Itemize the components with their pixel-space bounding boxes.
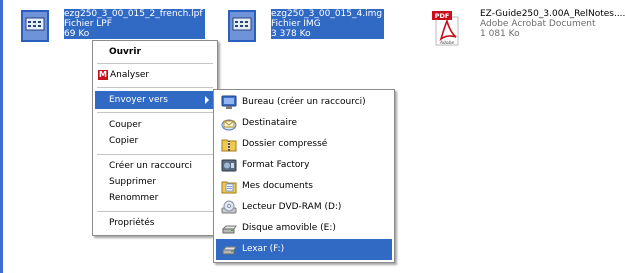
submenu-arrow-icon: [205, 96, 209, 104]
file-type: Fichier LPF: [64, 19, 112, 29]
my-documents-icon: [221, 181, 237, 194]
file-type: Fichier IMG: [271, 19, 321, 29]
menu-separator: [97, 87, 213, 88]
adobe-brand-label: Adobe: [439, 40, 455, 46]
menu-item-copy[interactable]: Copier: [95, 132, 215, 150]
file-info: ezg250_3_00_015_4.img Fichier IMG 3 378 …: [271, 9, 385, 39]
send-to-item-label: Dossier compressé: [242, 139, 328, 149]
file-item-img[interactable]: ezg250_3_00_015_4.img Fichier IMG 3 378 …: [227, 9, 427, 53]
menu-separator: [97, 63, 213, 64]
send-to-item-lexar[interactable]: Lexar (F:): [216, 239, 392, 260]
menu-item-analyze-label: Analyser: [110, 70, 150, 80]
generic-file-icon: [228, 10, 256, 42]
generic-file-icon: [21, 10, 49, 42]
pdf-badge-label: PDF: [435, 12, 450, 20]
send-to-item-label: Mes documents: [242, 181, 313, 191]
window-left-border: [0, 0, 3, 273]
send-to-item-desktop[interactable]: Bureau (créer un raccourci): [216, 92, 392, 113]
menu-separator: [97, 154, 213, 155]
send-to-item-label: Lecteur DVD-RAM (D:): [242, 202, 342, 212]
file-info: ezg250_3_00_015_2_french.lpf Fichier LPF…: [64, 9, 205, 39]
file-info: EZ-Guide250_3.00A_RelNotes.... Adobe Acr…: [480, 9, 625, 39]
zip-folder-icon: [221, 139, 237, 152]
file-name: ezg250_3_00_015_2_french.lpf: [64, 9, 203, 19]
send-to-item-removable-e[interactable]: Disque amovible (E:): [216, 218, 392, 239]
file-size: 3 378 Ko: [271, 29, 311, 39]
removable-disk-icon: [221, 225, 237, 234]
menu-item-send-to[interactable]: Envoyer vers: [95, 91, 215, 109]
mail-recipient-icon: [221, 119, 237, 131]
file-type: Adobe Acrobat Document: [480, 19, 596, 29]
pdf-icon: PDF Adobe: [432, 11, 459, 46]
send-to-item-label: Disque amovible (E:): [242, 223, 336, 233]
context-menu: Ouvrir M Analyser Envoyer vers Couper Cop…: [92, 40, 218, 236]
send-to-item-label: Lexar (F:): [242, 244, 285, 254]
menu-separator: [97, 211, 213, 212]
file-size: 1 081 Ko: [480, 29, 520, 39]
menu-separator: [97, 112, 213, 113]
file-name: EZ-Guide250_3.00A_RelNotes....: [480, 9, 625, 19]
menu-item-analyze[interactable]: M Analyser: [95, 66, 215, 84]
send-to-item-label: Bureau (créer un raccourci): [242, 97, 366, 107]
send-to-item-recipient[interactable]: Destinataire: [216, 113, 392, 134]
menu-item-properties[interactable]: Propriétés: [95, 214, 215, 232]
menu-item-open[interactable]: Ouvrir: [95, 43, 215, 61]
send-to-item-dvd[interactable]: Lecteur DVD-RAM (D:): [216, 197, 392, 218]
send-to-submenu: Bureau (créer un raccourci) Destinataire…: [213, 89, 395, 263]
menu-item-rename[interactable]: Renommer: [95, 189, 215, 207]
menu-item-send-to-label: Envoyer vers: [109, 95, 168, 105]
send-to-item-label: Format Factory: [242, 160, 310, 170]
removable-disk-icon: [221, 246, 237, 255]
analyze-icon: M: [98, 70, 108, 80]
file-item-pdf[interactable]: PDF Adobe EZ-Guide250_3.00A_RelNotes....…: [428, 9, 625, 53]
send-to-item-label: Destinataire: [242, 118, 297, 128]
dvd-drive-icon: [221, 200, 237, 214]
format-factory-icon: [221, 159, 237, 172]
file-name: ezg250_3_00_015_4.img: [271, 9, 383, 19]
desktop-icon: [221, 95, 237, 109]
file-size: 69 Ko: [64, 29, 90, 39]
send-to-item-zip[interactable]: Dossier compressé: [216, 134, 392, 155]
send-to-item-my-documents[interactable]: Mes documents: [216, 176, 392, 197]
send-to-item-format-factory[interactable]: Format Factory: [216, 155, 392, 176]
